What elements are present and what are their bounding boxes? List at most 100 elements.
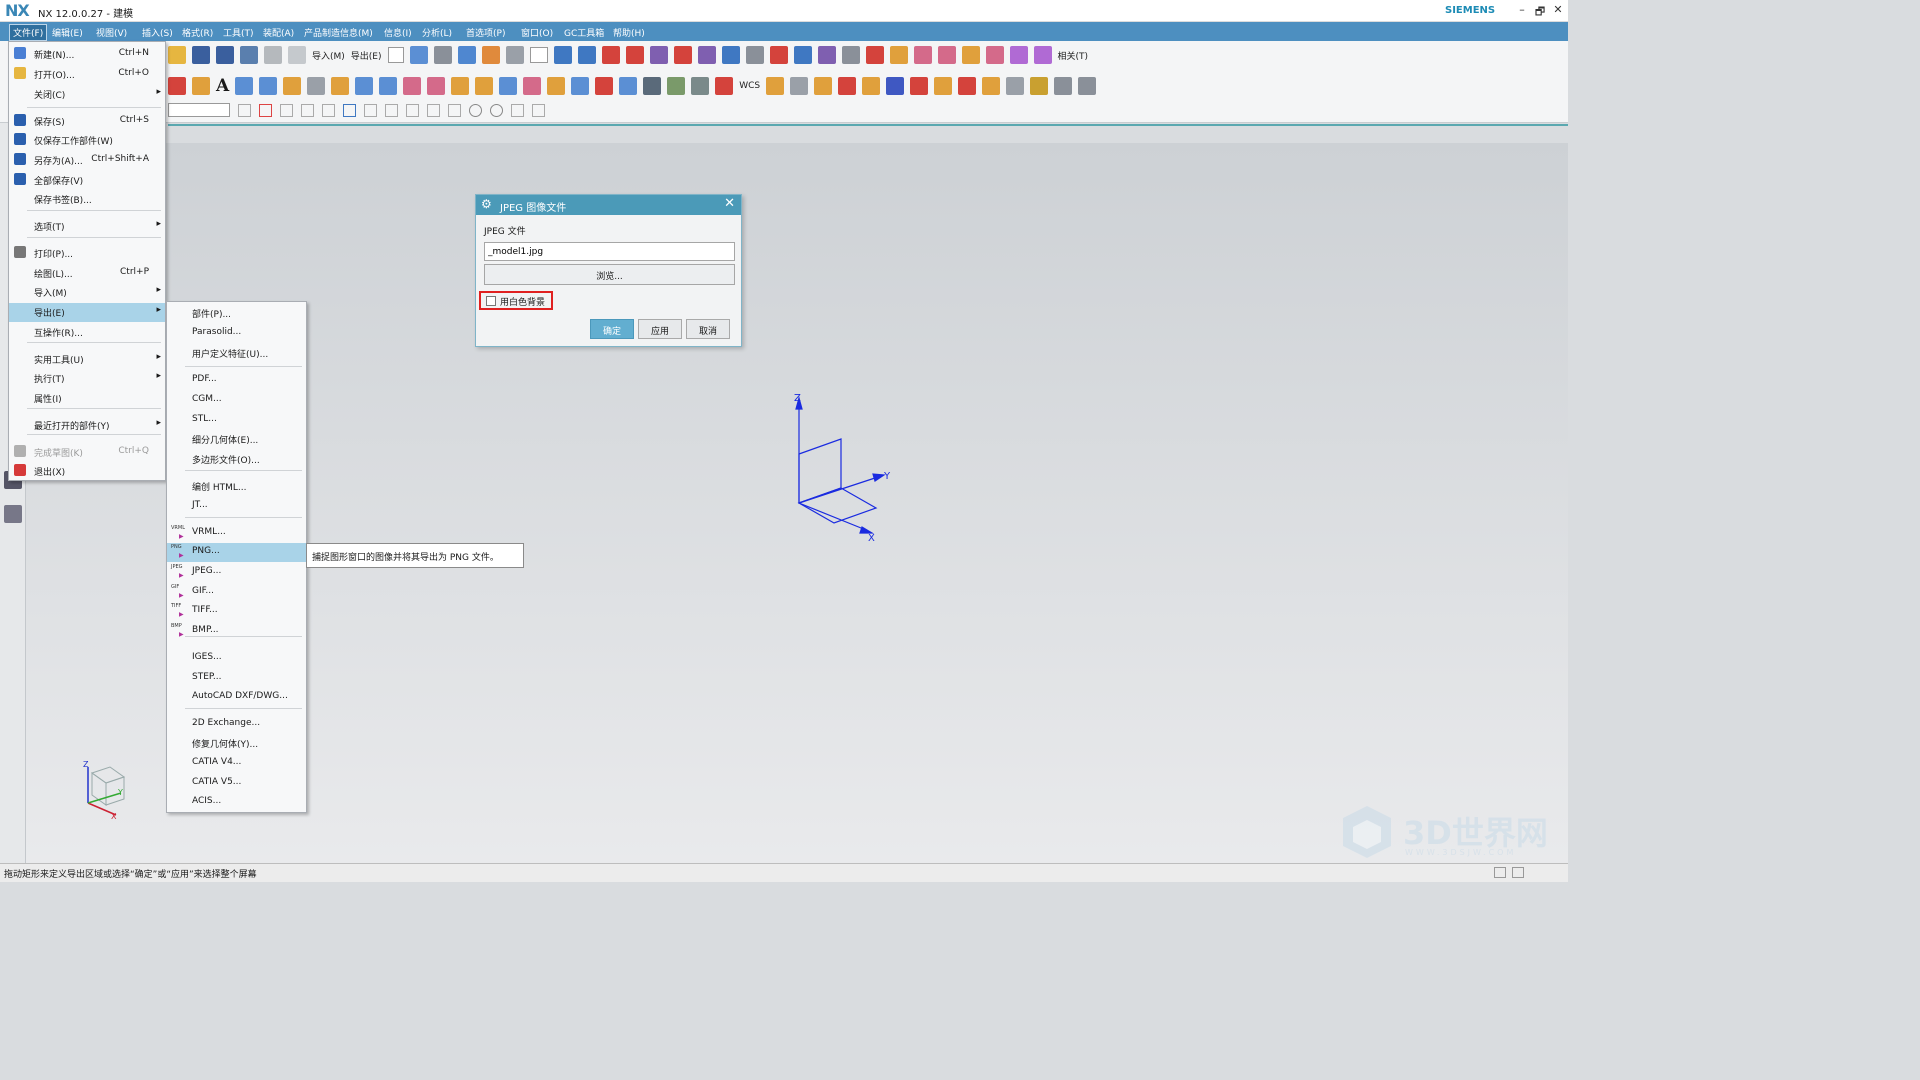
wave-icon[interactable] — [1033, 46, 1052, 64]
menu-window[interactable]: 窗口(O) — [521, 26, 553, 39]
file-menu-item[interactable]: 属性(I) — [9, 389, 165, 408]
export-menu-item[interactable]: PNG ▶ PNG... — [167, 543, 306, 562]
snap-icon[interactable] — [862, 77, 881, 95]
menu-analysis[interactable]: 分析(L) — [422, 26, 452, 39]
intersection-icon[interactable] — [448, 103, 461, 117]
feature-icon[interactable] — [766, 77, 785, 95]
file-menu-item[interactable]: 关闭(C) ▸ — [9, 85, 165, 104]
export-menu-item[interactable]: VRML ▶ VRML... — [167, 524, 306, 543]
mirror-icon[interactable] — [499, 77, 518, 95]
sync-icon[interactable] — [643, 77, 662, 95]
link-icon[interactable] — [1030, 77, 1049, 95]
measure-icon[interactable] — [865, 46, 884, 64]
export-menu-item[interactable]: ACIS... — [167, 793, 306, 812]
export-menu-item[interactable]: STEP... — [167, 669, 306, 688]
shell-icon[interactable] — [427, 77, 446, 95]
file-menu-item[interactable]: 仅保存工作部件(W) — [9, 131, 165, 150]
file-menu-item[interactable]: 实用工具(U) ▸ — [9, 350, 165, 369]
offset-face-icon[interactable] — [571, 77, 590, 95]
status-selection-icon[interactable] — [1494, 867, 1506, 878]
select-box-icon[interactable] — [838, 77, 857, 95]
selection-filter[interactable] — [168, 103, 230, 117]
wcs-dropdown[interactable]: WCS — [739, 81, 760, 91]
export-menu-item[interactable]: 编创 HTML... — [167, 477, 306, 496]
menu-insert[interactable]: 插入(S) — [142, 26, 173, 39]
file-menu-item[interactable]: 导入(M) ▸ — [9, 283, 165, 302]
shade-icon[interactable] — [505, 46, 524, 64]
save-as-icon[interactable] — [216, 46, 234, 64]
export-menu-item[interactable]: 修复几何体(Y)... — [167, 734, 306, 753]
layer-icon[interactable] — [481, 46, 500, 64]
close-icon[interactable]: ✕ — [724, 196, 735, 211]
expression-icon[interactable] — [814, 77, 833, 95]
menu-pmi[interactable]: 产品制造信息(M) — [304, 26, 373, 39]
file-menu-item[interactable]: 最近打开的部件(Y) ▸ — [9, 416, 165, 435]
csys-icon[interactable] — [715, 77, 734, 95]
replace-face-icon[interactable] — [595, 77, 614, 95]
edge-blend-icon[interactable] — [355, 77, 374, 95]
export-menu-item[interactable]: 2D Exchange... — [167, 715, 306, 734]
boolean-icon[interactable] — [235, 77, 254, 95]
dialog-titlebar[interactable]: ⚙ JPEG 图像文件 ✕ — [476, 195, 741, 215]
clip-icon[interactable] — [1006, 77, 1025, 95]
file-menu-item[interactable]: 绘图(L)... Ctrl+P — [9, 264, 165, 283]
export-dropdown[interactable]: 导出(E) — [351, 49, 382, 62]
bridge-icon[interactable] — [769, 46, 788, 64]
menu-tools[interactable]: 工具(T) — [223, 26, 254, 39]
file-menu-item[interactable]: 执行(T) ▸ — [9, 369, 165, 388]
fillet-icon[interactable] — [817, 46, 836, 64]
save-all-icon[interactable] — [240, 46, 258, 64]
export-menu-item[interactable]: CATIA V5... — [167, 774, 306, 793]
menu-format[interactable]: 格式(R) — [182, 26, 213, 39]
menu-file[interactable]: 文件(F) — [9, 24, 48, 41]
undo-icon[interactable] — [264, 46, 282, 64]
endpoint-icon[interactable] — [364, 103, 377, 117]
extrude-icon[interactable] — [192, 77, 210, 95]
file-menu-item[interactable]: 全部保存(V) — [9, 171, 165, 190]
gdt-icon[interactable] — [958, 77, 977, 95]
file-menu-item[interactable]: 退出(X) — [9, 462, 165, 481]
datum-icon[interactable] — [691, 77, 710, 95]
roles-icon[interactable] — [4, 505, 22, 523]
file-menu-item[interactable]: 互操作(R)... — [9, 323, 165, 342]
file-menu-item[interactable]: 导出(E) ▸ — [9, 303, 165, 322]
sheet-icon[interactable] — [667, 77, 686, 95]
table-icon[interactable] — [790, 77, 809, 95]
file-menu-item[interactable]: 打开(O)... Ctrl+O — [9, 65, 165, 84]
select-all-icon[interactable] — [259, 103, 272, 117]
white-background-checkbox[interactable] — [486, 296, 496, 306]
export-menu-item[interactable]: 多边形文件(O)... — [167, 450, 306, 469]
file-menu-item[interactable]: 打印(P)... — [9, 244, 165, 263]
background-icon[interactable] — [529, 47, 548, 63]
restore-button[interactable]: 🗗 — [1532, 3, 1548, 18]
block-icon[interactable] — [168, 77, 186, 95]
circle-snap-icon[interactable] — [469, 103, 482, 117]
assembly-icon[interactable] — [889, 46, 908, 64]
menu-gc-toolkit[interactable]: GC工具箱 — [564, 26, 604, 39]
draft-icon[interactable] — [403, 77, 422, 95]
hole-icon[interactable] — [331, 77, 350, 95]
filter-icon[interactable] — [238, 103, 251, 117]
export-menu-item[interactable]: 细分几何体(E)... — [167, 430, 306, 449]
redo-icon[interactable] — [288, 46, 306, 64]
curve-icon[interactable] — [601, 46, 620, 64]
pattern-icon[interactable] — [475, 77, 494, 95]
jpeg-filename-input[interactable] — [484, 242, 735, 261]
render-style-icon[interactable] — [433, 46, 452, 64]
menu-info[interactable]: 信息(I) — [384, 26, 412, 39]
note-icon[interactable] — [934, 77, 953, 95]
close-window-button[interactable]: ✕ — [1550, 3, 1566, 17]
lasso-icon[interactable] — [322, 103, 335, 117]
sweep-icon[interactable] — [697, 46, 716, 64]
export-menu-item[interactable]: CATIA V4... — [167, 754, 306, 773]
transform-icon[interactable] — [886, 77, 905, 95]
white-background-option[interactable]: 用白色背景 — [479, 291, 553, 310]
file-menu-item[interactable]: 选项(T) ▸ — [9, 217, 165, 236]
menu-edit[interactable]: 编辑(E) — [52, 26, 83, 39]
dimension-icon[interactable] — [910, 77, 929, 95]
text-icon[interactable]: A — [216, 76, 229, 96]
sequence-icon[interactable] — [985, 46, 1004, 64]
midpoint-icon[interactable] — [385, 103, 398, 117]
component-icon[interactable] — [913, 46, 932, 64]
export-menu-item[interactable]: PDF... — [167, 371, 306, 390]
